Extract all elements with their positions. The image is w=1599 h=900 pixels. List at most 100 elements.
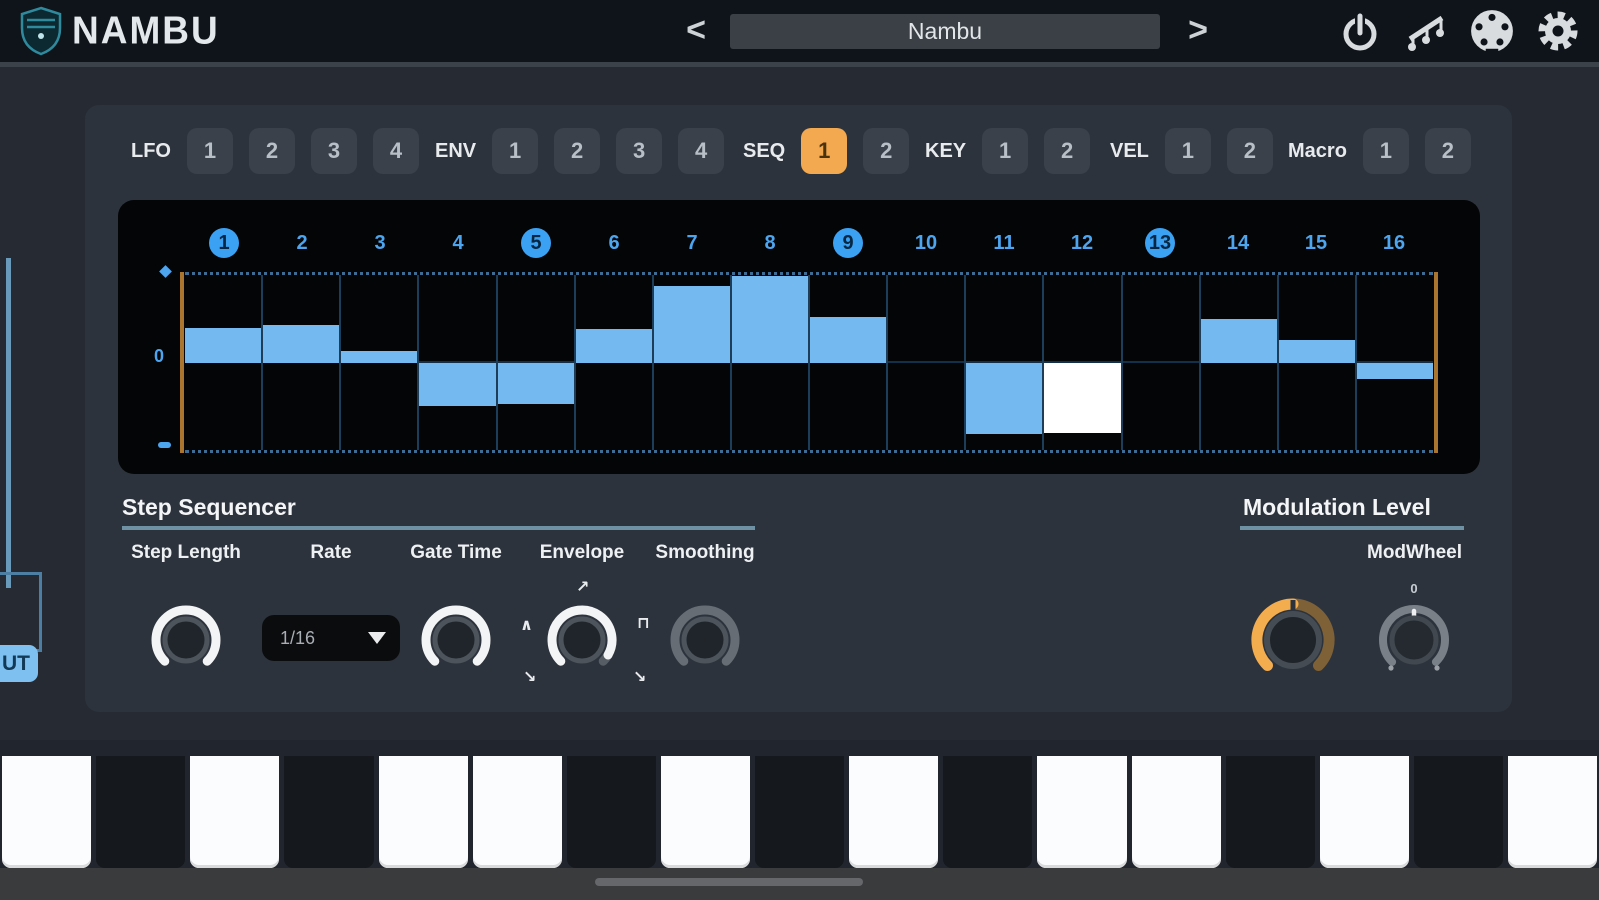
mod-cable-line — [6, 258, 11, 588]
step-bar-8[interactable] — [731, 276, 808, 363]
preset-next-button[interactable]: > — [1178, 10, 1218, 50]
step-cell-14[interactable] — [1200, 275, 1279, 450]
step-number-circle-9: 9 — [833, 228, 863, 258]
piano-key-15-white[interactable] — [1319, 756, 1409, 868]
modulation-underline — [1240, 526, 1464, 530]
tab-vel-1[interactable]: 1 — [1164, 128, 1211, 174]
step-number-circle-13: 13 — [1145, 228, 1175, 258]
rate-dropdown[interactable]: 1/16 — [262, 615, 400, 661]
step-bar-6[interactable] — [575, 329, 652, 363]
modulation-amount-knob[interactable] — [1245, 592, 1341, 688]
tab-env-2[interactable]: 2 — [554, 128, 601, 174]
piano-key-2-black[interactable] — [96, 756, 186, 868]
piano-key-5-white[interactable] — [378, 756, 468, 868]
piano-key-7-black[interactable] — [566, 756, 656, 868]
piano-key-16-black[interactable] — [1413, 756, 1503, 868]
step-bar-11[interactable] — [966, 363, 1043, 434]
step-bar-16[interactable] — [1356, 363, 1433, 379]
step-bar-7[interactable] — [653, 286, 730, 363]
step-bar-5[interactable] — [497, 363, 574, 404]
piano-key-3-white[interactable] — [190, 756, 280, 868]
tab-lfo-3[interactable]: 3 — [311, 128, 357, 174]
piano-key-13-white[interactable] — [1131, 756, 1221, 868]
cutoff-module-outline — [0, 572, 42, 652]
tab-env-4[interactable]: 4 — [678, 128, 725, 174]
piano-key-11-black[interactable] — [943, 756, 1033, 868]
keyboard-scrollbar-handle[interactable] — [595, 878, 863, 886]
step-number-1: 1 — [185, 228, 263, 258]
preset-prev-button[interactable]: < — [676, 10, 716, 50]
tab-group-label-env: ENV — [435, 139, 477, 162]
step-bar-9[interactable] — [810, 317, 887, 363]
step-length-knob[interactable] — [146, 600, 226, 680]
piano-key-8-white[interactable] — [660, 756, 750, 868]
step-cell-9[interactable] — [810, 275, 889, 450]
arpeggio-notes-icon[interactable] — [1403, 8, 1449, 54]
tab-macro-1[interactable]: 1 — [1362, 128, 1409, 174]
env-shape-ramp-up-icon: ↗ — [576, 579, 590, 596]
step-cell-15[interactable] — [1278, 275, 1357, 450]
step-cell-5[interactable] — [497, 275, 576, 450]
env-shape-decay-icon: ↘ — [523, 669, 537, 686]
step-cell-1[interactable] — [185, 275, 264, 450]
top-bar: NAMBU < Nambu > — [0, 0, 1599, 62]
tab-lfo-1[interactable]: 1 — [187, 128, 233, 174]
envelope-knob[interactable] — [542, 600, 622, 680]
piano-key-14-black[interactable] — [1225, 756, 1315, 868]
step-cell-13[interactable] — [1123, 275, 1201, 450]
tab-env-1[interactable]: 1 — [492, 128, 539, 174]
piano-keys — [2, 756, 1598, 868]
step-cell-3[interactable] — [341, 275, 420, 450]
tab-key-2[interactable]: 2 — [1044, 128, 1091, 174]
step-cell-2[interactable] — [263, 275, 342, 450]
step-bar-12[interactable] — [1044, 363, 1121, 433]
loop-end-marker[interactable] — [1434, 272, 1438, 453]
tab-key-1[interactable]: 1 — [982, 128, 1029, 174]
step-cell-7[interactable] — [653, 275, 732, 450]
tab-vel-2[interactable]: 2 — [1226, 128, 1273, 174]
tab-seq-2[interactable]: 2 — [863, 128, 910, 174]
out-port-badge[interactable]: UT — [0, 645, 38, 682]
step-bar-2[interactable] — [263, 325, 340, 363]
midi-din-icon[interactable] — [1469, 8, 1515, 54]
tab-env-3[interactable]: 3 — [616, 128, 663, 174]
step-bar-15[interactable] — [1278, 340, 1355, 363]
step-bar-3[interactable] — [341, 351, 418, 363]
tab-macro-2[interactable]: 2 — [1424, 128, 1471, 174]
gate-time-knob[interactable] — [416, 600, 496, 680]
step-cell-16[interactable] — [1356, 275, 1433, 450]
step-bar-plot[interactable] — [185, 272, 1433, 453]
rate-label: Rate — [310, 542, 352, 563]
piano-key-10-white[interactable] — [849, 756, 939, 868]
tab-group-macro: Macro 1 2 — [1288, 128, 1471, 174]
piano-key-1-white[interactable] — [2, 756, 92, 868]
modulation-level-title: Modulation Level — [1243, 494, 1431, 520]
step-cell-10[interactable] — [888, 275, 967, 450]
step-cell-12[interactable] — [1044, 275, 1123, 450]
step-bar-14[interactable] — [1200, 319, 1277, 363]
gear-icon[interactable] — [1535, 8, 1581, 54]
piano-key-9-black[interactable] — [755, 756, 845, 868]
power-icon[interactable] — [1337, 8, 1383, 54]
tab-lfo-2[interactable]: 2 — [249, 128, 295, 174]
tab-group-label-key: KEY — [925, 139, 967, 162]
step-bar-4[interactable] — [419, 363, 496, 406]
step-cell-11[interactable] — [966, 275, 1045, 450]
modwheel-knob[interactable] — [1372, 598, 1456, 682]
step-cell-8[interactable] — [731, 275, 810, 450]
preset-name-display[interactable]: Nambu — [730, 14, 1160, 49]
step-number-circle-5: 5 — [521, 228, 551, 258]
piano-key-17-white[interactable] — [1508, 756, 1598, 868]
piano-key-12-white[interactable] — [1037, 756, 1127, 868]
piano-key-6-white[interactable] — [472, 756, 562, 868]
loop-start-marker[interactable] — [180, 272, 184, 453]
piano-key-4-black[interactable] — [284, 756, 374, 868]
tab-lfo-4[interactable]: 4 — [373, 128, 419, 174]
step-number-2: 2 — [296, 231, 308, 254]
step-cell-4[interactable] — [419, 275, 498, 450]
step-cell-6[interactable] — [575, 275, 654, 450]
tab-seq-1[interactable]: 1 — [801, 128, 848, 174]
step-bar-1[interactable] — [185, 328, 262, 363]
step-number-14: 14 — [1226, 231, 1250, 254]
smoothing-knob[interactable] — [665, 600, 745, 680]
